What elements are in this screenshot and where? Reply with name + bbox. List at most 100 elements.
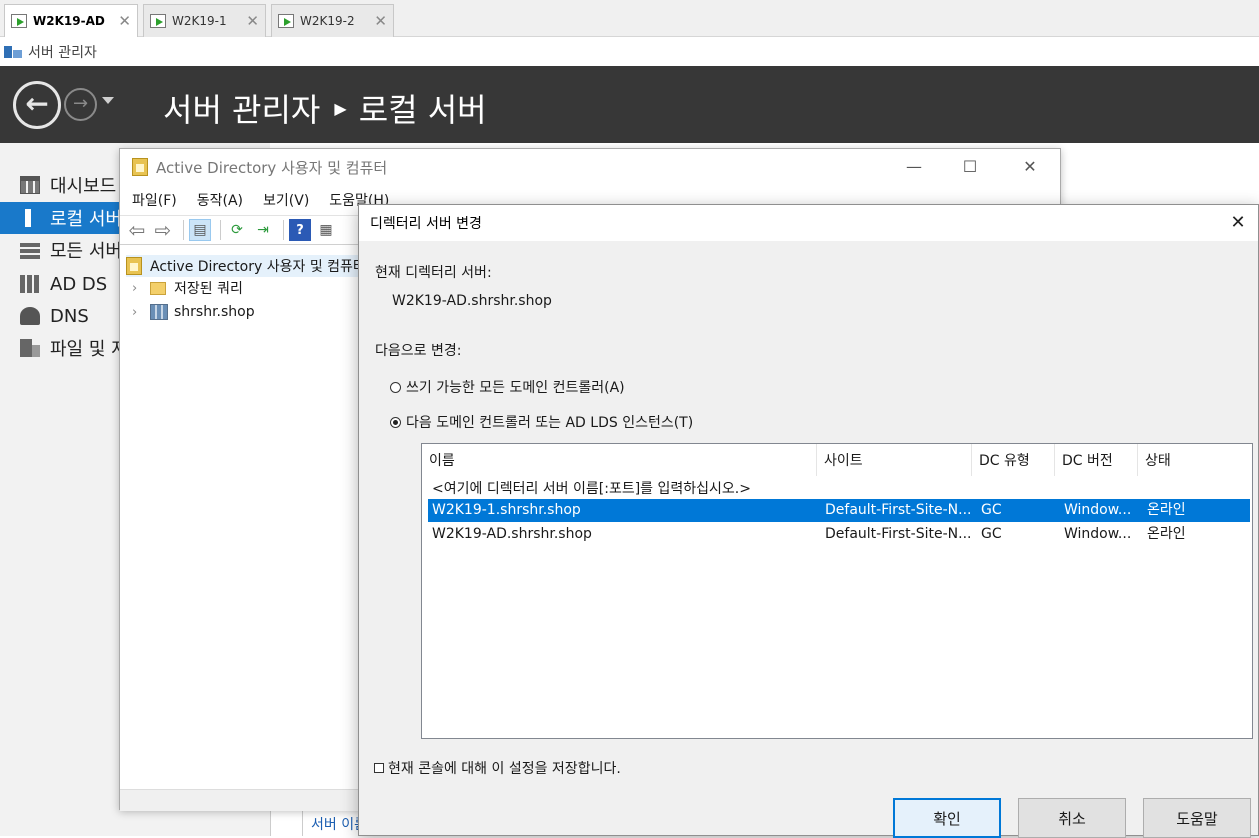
server-name-entry-row[interactable]: <여기에 디렉터리 서버 이름[:포트]를 입력하십시오.> xyxy=(432,478,751,498)
menu-action[interactable]: 동작(A) xyxy=(197,190,243,210)
table-row[interactable]: W2K19-1.shrshr.shop Default-First-Site-N… xyxy=(428,499,1250,522)
menu-file[interactable]: 파일(F) xyxy=(132,190,177,210)
vm-icon xyxy=(11,14,27,28)
ok-button[interactable]: 확인 xyxy=(893,798,1001,838)
forward-arrow-icon[interactable]: → xyxy=(64,88,97,121)
close-icon[interactable]: ✕ xyxy=(1010,155,1050,179)
vm-tab-w2k19-ad[interactable]: W2K19-AD ✕ xyxy=(4,4,138,37)
cell-dc-type: GC xyxy=(981,526,1002,542)
table-row[interactable]: W2K19-AD.shrshr.shop Default-First-Site-… xyxy=(428,523,1250,546)
cell-dc-version: Window... xyxy=(1064,502,1132,518)
close-icon[interactable]: ✕ xyxy=(246,12,259,30)
cell-dc-type: GC xyxy=(981,502,1002,518)
window-title: 서버 관리자 xyxy=(28,44,97,61)
close-icon[interactable]: ✕ xyxy=(118,12,131,30)
dc-list-header: 이름 사이트 DC 유형 DC 버전 상태 xyxy=(422,444,1252,476)
radio-button-selected[interactable] xyxy=(390,416,401,428)
column-header-dc-type[interactable]: DC 유형 xyxy=(971,444,1054,476)
local-server-icon xyxy=(25,209,31,227)
save-setting-checkbox[interactable] xyxy=(374,763,384,773)
vm-tab-w2k19-2[interactable]: W2K19-2 ✕ xyxy=(271,4,394,37)
aduc-title: Active Directory 사용자 및 컴퓨터 xyxy=(156,158,388,177)
dns-icon xyxy=(20,307,40,325)
chevron-down-icon[interactable] xyxy=(102,97,114,104)
vm-icon xyxy=(150,14,166,28)
sidebar-item-label: 로컬 서버 xyxy=(50,209,122,230)
cell-dc-version: Window... xyxy=(1064,526,1132,542)
radio-label: 다음 도메인 컨트롤러 또는 AD LDS 인스턴스(T) xyxy=(406,415,694,431)
help-icon[interactable]: ? xyxy=(289,219,311,241)
toolbar-separator xyxy=(283,220,284,240)
current-server-value: W2K19-AD.shrshr.shop xyxy=(392,293,552,309)
maximize-icon[interactable]: ☐ xyxy=(950,155,990,179)
save-setting-checkbox-row[interactable]: 현재 콘솔에 대해 이 설정을 저장합니다. xyxy=(374,758,621,778)
checkbox-label: 현재 콘솔에 대해 이 설정을 저장합니다. xyxy=(388,761,621,777)
tree-root-aduc[interactable]: Active Directory 사용자 및 컴퓨터 xyxy=(126,255,360,277)
dialog-title: 디렉터리 서버 변경 xyxy=(370,216,482,232)
vm-tab-label: W2K19-2 xyxy=(300,14,355,28)
change-to-label: 다음으로 변경: xyxy=(375,343,462,359)
sidebar-item-label: DNS xyxy=(50,305,89,327)
tree-item-label: shrshr.shop xyxy=(174,304,255,320)
cancel-button[interactable]: 취소 xyxy=(1018,798,1126,838)
aduc-app-icon xyxy=(132,158,148,176)
column-header-name[interactable]: 이름 xyxy=(422,444,816,476)
radio-specific-dc[interactable]: 다음 도메인 컨트롤러 또는 AD LDS 인스턴스(T) xyxy=(390,412,693,432)
console-tree: Active Directory 사용자 및 컴퓨터 › 저장된 쿼리 › sh… xyxy=(120,249,360,779)
help-button[interactable]: 도움말 xyxy=(1143,798,1251,838)
ad-ds-icon xyxy=(20,275,40,293)
change-directory-server-dialog: 디렉터리 서버 변경 ✕ 현재 디렉터리 서버: W2K19-AD.shrshr… xyxy=(358,204,1259,838)
close-icon[interactable]: ✕ xyxy=(1224,209,1252,237)
aduc-titlebar: Active Directory 사용자 및 컴퓨터 — ☐ ✕ xyxy=(120,149,1060,185)
tree-item-label: 저장된 쿼리 xyxy=(174,281,243,297)
dialog-titlebar: 디렉터리 서버 변경 ✕ xyxy=(359,205,1258,241)
menu-view[interactable]: 보기(V) xyxy=(263,190,309,210)
show-action-pane-icon[interactable]: ▦ xyxy=(315,219,337,241)
export-list-icon[interactable]: ⇥ xyxy=(252,219,274,241)
vm-tab-label: W2K19-AD xyxy=(33,14,105,28)
show-console-tree-icon[interactable]: ▤ xyxy=(189,219,211,241)
tree-item-domain[interactable]: › shrshr.shop xyxy=(132,301,255,323)
sidebar-item-label: 대시보드 xyxy=(50,176,117,197)
cell-status: 온라인 xyxy=(1147,526,1186,542)
server-manager-icon xyxy=(4,44,22,60)
folder-icon xyxy=(150,281,166,295)
chevron-right-icon[interactable]: › xyxy=(132,305,150,320)
sidebar-item-label: 모든 서버 xyxy=(50,241,122,262)
server-manager-titlebar: 서버 관리자 xyxy=(0,37,1259,66)
column-header-site[interactable]: 사이트 xyxy=(816,444,971,476)
cell-name: W2K19-AD.shrshr.shop xyxy=(432,526,592,542)
breadcrumb: 서버 관리자 ▶ 로컬 서버 xyxy=(163,85,487,131)
radio-any-writable-dc[interactable]: 쓰기 가능한 모든 도메인 컨트롤러(A) xyxy=(390,377,625,397)
breadcrumb-separator-icon: ▶ xyxy=(334,98,347,118)
cell-status: 온라인 xyxy=(1147,502,1186,518)
refresh-icon[interactable]: ⟳ xyxy=(226,219,248,241)
tree-item-saved-queries[interactable]: › 저장된 쿼리 xyxy=(132,277,243,299)
vm-tab-w2k19-1[interactable]: W2K19-1 ✕ xyxy=(143,4,266,37)
radio-button[interactable] xyxy=(390,381,401,393)
sidebar-item-label: AD DS xyxy=(50,273,108,295)
dc-list[interactable]: 이름 사이트 DC 유형 DC 버전 상태 <여기에 디렉터리 서버 이름[:포… xyxy=(421,443,1253,739)
all-servers-icon xyxy=(20,241,40,259)
column-header-dc-version[interactable]: DC 버전 xyxy=(1054,444,1137,476)
forward-arrow-icon[interactable]: ⇨ xyxy=(152,218,174,242)
vm-tab-label: W2K19-1 xyxy=(172,14,227,28)
minimize-icon[interactable]: — xyxy=(894,155,934,179)
vm-tab-strip: W2K19-AD ✕ W2K19-1 ✕ W2K19-2 ✕ xyxy=(0,0,1259,37)
radio-label: 쓰기 가능한 모든 도메인 컨트롤러(A) xyxy=(406,380,625,396)
toolbar-separator xyxy=(183,220,184,240)
toolbar-separator xyxy=(220,220,221,240)
close-icon[interactable]: ✕ xyxy=(374,12,387,30)
domain-icon xyxy=(150,304,168,320)
cell-site: Default-First-Site-N... xyxy=(825,526,972,542)
back-arrow-icon[interactable]: ⇦ xyxy=(126,218,148,242)
column-header-status[interactable]: 상태 xyxy=(1137,444,1252,476)
current-server-label: 현재 디렉터리 서버: xyxy=(375,265,492,281)
server-name-link[interactable]: 서버 이름 xyxy=(302,808,362,836)
dashboard-icon xyxy=(20,176,40,194)
cell-site: Default-First-Site-N... xyxy=(825,502,972,518)
chevron-right-icon[interactable]: › xyxy=(132,281,150,296)
back-arrow-icon[interactable]: ← xyxy=(13,81,61,129)
breadcrumb-root[interactable]: 서버 관리자 xyxy=(163,85,320,131)
tree-root-label: Active Directory 사용자 및 컴퓨터 xyxy=(150,259,360,275)
